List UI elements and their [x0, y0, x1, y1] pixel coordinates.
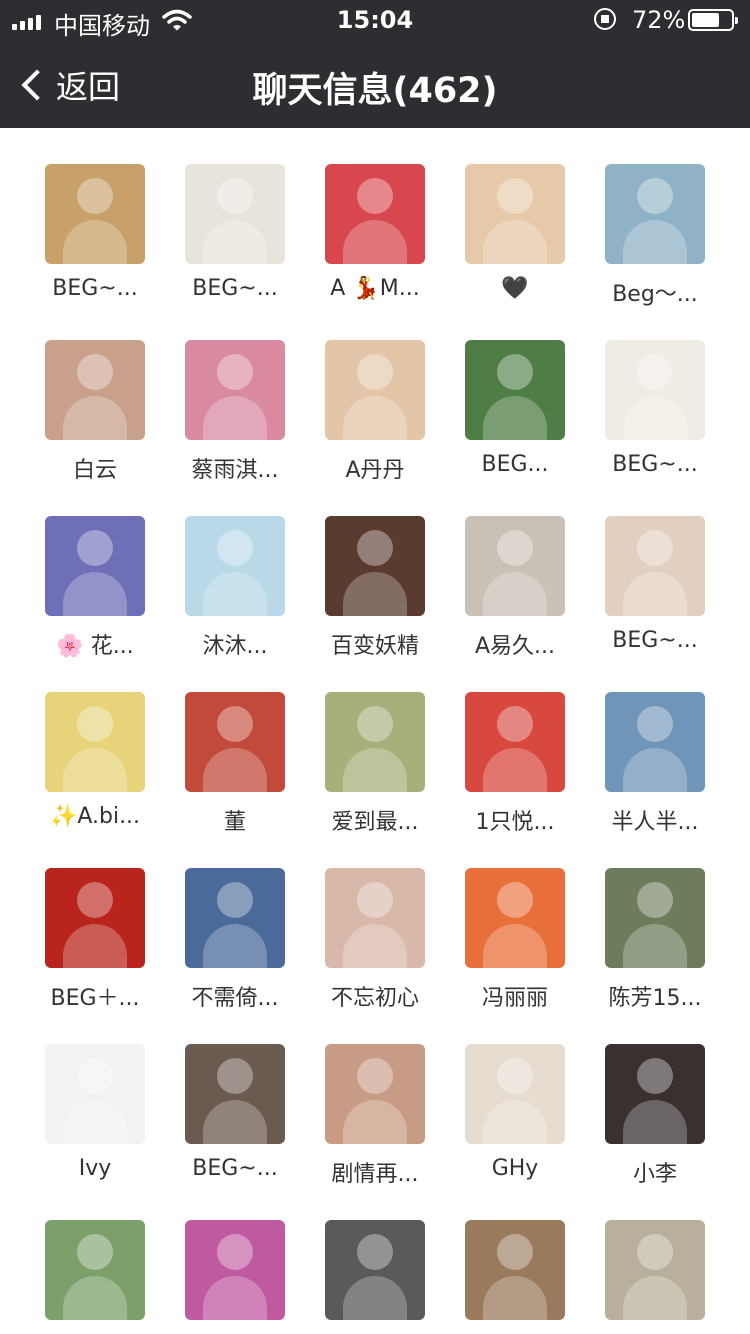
member-name: 冯丽丽: [481, 986, 548, 1011]
member-name: 不忘初心: [330, 986, 419, 1011]
avatar[interactable]: [45, 516, 145, 616]
avatar[interactable]: [45, 1220, 145, 1320]
avatar[interactable]: [325, 692, 425, 792]
avatar[interactable]: [465, 1220, 565, 1320]
member-name: 1只悦...: [475, 810, 555, 835]
avatar[interactable]: [465, 340, 565, 440]
avatar[interactable]: [185, 868, 285, 968]
avatar[interactable]: [185, 516, 285, 616]
avatar[interactable]: [45, 164, 145, 264]
avatar[interactable]: [605, 868, 705, 968]
avatar[interactable]: [465, 516, 565, 616]
member-name: 百变妖精: [330, 634, 419, 659]
avatar[interactable]: [325, 516, 425, 616]
avatar[interactable]: [465, 164, 565, 264]
member-name: 🖤: [501, 276, 529, 301]
avatar[interactable]: [465, 692, 565, 792]
avatar[interactable]: [325, 340, 425, 440]
member-name: 半人半...: [611, 810, 699, 835]
avatar[interactable]: [45, 1044, 145, 1144]
member-name: GHy: [491, 1156, 539, 1181]
avatar[interactable]: [185, 692, 285, 792]
member-name: 蔡雨淇...: [191, 458, 279, 483]
member-name: ✨A.bi...: [49, 804, 141, 829]
avatar[interactable]: [605, 340, 705, 440]
avatar[interactable]: [185, 340, 285, 440]
member-name: A 💃M...: [330, 276, 420, 301]
member-name: Beg～...: [612, 282, 698, 307]
battery-percent: 72%: [632, 6, 686, 34]
avatar[interactable]: [45, 692, 145, 792]
avatar[interactable]: [185, 164, 285, 264]
member-name: BEG~...: [52, 276, 138, 301]
member-grid: BEG~... BEG~... A 💃M... 🖤 Beg～... 白云 蔡雨淇... A丹丹…: [0, 128, 750, 1334]
battery-fill: [692, 13, 720, 27]
avatar[interactable]: [605, 692, 705, 792]
member-name: BEG~...: [612, 628, 698, 653]
avatar[interactable]: [45, 868, 145, 968]
orientation-lock-icon: [594, 8, 616, 30]
avatar[interactable]: [325, 164, 425, 264]
member-name: 陈芳15...: [608, 986, 702, 1011]
member-name: 剧情再...: [331, 1162, 419, 1187]
member-name: BEG~...: [612, 452, 698, 477]
avatar[interactable]: [185, 1220, 285, 1320]
battery-icon: [688, 9, 738, 31]
member-name: 沐沐...: [202, 634, 268, 659]
member-name: Ivy: [78, 1156, 112, 1181]
avatar[interactable]: [465, 1044, 565, 1144]
avatar[interactable]: [45, 340, 145, 440]
member-name: A丹丹: [345, 458, 405, 483]
avatar[interactable]: [325, 868, 425, 968]
avatar[interactable]: [605, 164, 705, 264]
avatar[interactable]: [605, 1220, 705, 1320]
member-name: BEG~...: [192, 1156, 278, 1181]
page-title: 聊天信息(462): [252, 71, 498, 111]
status-bar: 中国移动 15:04 72%: [0, 0, 750, 40]
member-name: 不需倚...: [191, 986, 279, 1011]
member-name: BEG＋...: [50, 986, 140, 1011]
member-name: 🌸 花...: [56, 634, 134, 659]
member-name: A易久...: [474, 634, 556, 659]
member-name: 小李: [632, 1162, 677, 1187]
member-name: 爱到最...: [331, 810, 419, 835]
avatar[interactable]: [605, 1044, 705, 1144]
member-name: BEG...: [481, 452, 549, 477]
avatar[interactable]: [325, 1220, 425, 1320]
avatar[interactable]: [465, 868, 565, 968]
nav-header: 中国移动 15:04 72% 返回 聊天信息(462): [0, 0, 750, 128]
member-name: BEG~...: [192, 276, 278, 301]
member-name: 白云: [72, 458, 117, 483]
avatar[interactable]: [325, 1044, 425, 1144]
member-name: 董: [223, 810, 246, 835]
avatar[interactable]: [185, 1044, 285, 1144]
avatar[interactable]: [605, 516, 705, 616]
